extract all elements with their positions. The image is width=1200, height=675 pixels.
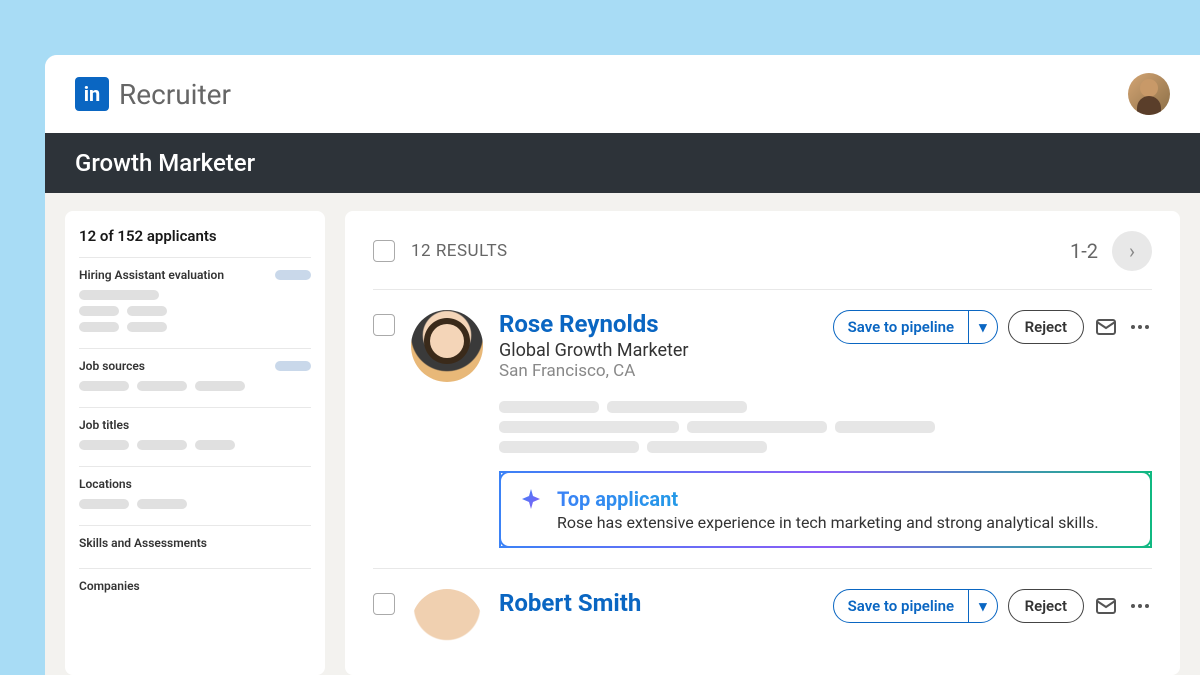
filter-section-job-sources[interactable]: Job sources: [79, 348, 311, 407]
candidate-avatar[interactable]: [411, 310, 483, 382]
filter-label: Job sources: [79, 359, 145, 373]
candidate-card: Robert Smith Save to pipeline ▾ Reject: [373, 569, 1152, 675]
candidate-title: Global Growth Marketer: [499, 340, 689, 361]
candidate-checkbox[interactable]: [373, 593, 395, 615]
filter-label: Skills and Assessments: [79, 536, 207, 550]
applicant-count: 12 of 152 applicants: [79, 227, 311, 257]
linkedin-logo-icon: in: [75, 77, 109, 111]
candidate-card: Rose Reynolds Global Growth Marketer San…: [373, 290, 1152, 569]
job-title-bar: Growth Marketer: [45, 133, 1200, 193]
app-window: in Recruiter Growth Marketer 12 of 152 a…: [45, 55, 1200, 675]
results-panel: 12 RESULTS 1-2 › Rose: [345, 211, 1180, 675]
highlight-title: Top applicant: [557, 487, 1099, 511]
filter-pill-placeholder: [275, 361, 311, 371]
candidate-location: San Francisco, CA: [499, 361, 689, 381]
candidate-avatar[interactable]: [411, 589, 483, 661]
filter-section-skills[interactable]: Skills and Assessments: [79, 525, 311, 568]
filter-label: Companies: [79, 579, 140, 593]
filter-section-job-titles[interactable]: Job titles: [79, 407, 311, 466]
save-to-pipeline-button[interactable]: Save to pipeline ▾: [833, 589, 998, 623]
brand-text: Recruiter: [119, 78, 231, 111]
sparkle-icon: [519, 487, 543, 511]
more-actions-button[interactable]: [1128, 594, 1152, 618]
envelope-icon: [1094, 315, 1118, 339]
message-button[interactable]: [1094, 315, 1118, 339]
candidate-name[interactable]: Rose Reynolds: [499, 310, 689, 338]
ellipsis-icon: [1128, 594, 1152, 618]
reject-button[interactable]: Reject: [1008, 310, 1084, 344]
content-area: 12 of 152 applicants Hiring Assistant ev…: [45, 193, 1200, 675]
save-to-pipeline-button[interactable]: Save to pipeline ▾: [833, 310, 998, 344]
ai-highlight-box: Top applicant Rose has extensive experie…: [499, 471, 1152, 548]
filters-sidebar: 12 of 152 applicants Hiring Assistant ev…: [65, 211, 325, 675]
message-button[interactable]: [1094, 594, 1118, 618]
header-bar: in Recruiter: [45, 55, 1200, 133]
save-dropdown-toggle[interactable]: ▾: [968, 590, 997, 622]
results-count: 12 RESULTS: [411, 241, 508, 261]
caret-down-icon: ▾: [979, 318, 987, 336]
filter-label: Hiring Assistant evaluation: [79, 268, 224, 282]
results-bar: 12 RESULTS 1-2 ›: [373, 231, 1152, 290]
candidate-checkbox[interactable]: [373, 314, 395, 336]
select-all-checkbox[interactable]: [373, 240, 395, 262]
filter-section-companies[interactable]: Companies: [79, 568, 311, 611]
ellipsis-icon: [1128, 315, 1152, 339]
chevron-right-icon: ›: [1129, 239, 1135, 263]
filter-pill-placeholder: [275, 270, 311, 280]
filter-label: Job titles: [79, 418, 129, 432]
envelope-icon: [1094, 594, 1118, 618]
page-range: 1-2: [1070, 239, 1098, 263]
filter-section-locations[interactable]: Locations: [79, 466, 311, 525]
save-dropdown-toggle[interactable]: ▾: [968, 311, 997, 343]
user-avatar[interactable]: [1128, 73, 1170, 115]
filter-label: Locations: [79, 477, 132, 491]
brand: in Recruiter: [75, 77, 231, 111]
filter-section-hiring-assistant[interactable]: Hiring Assistant evaluation: [79, 257, 311, 348]
highlight-text: Rose has extensive experience in tech ma…: [557, 513, 1099, 532]
more-actions-button[interactable]: [1128, 315, 1152, 339]
next-page-button[interactable]: ›: [1112, 231, 1152, 271]
caret-down-icon: ▾: [979, 597, 987, 615]
candidate-name[interactable]: Robert Smith: [499, 589, 641, 617]
reject-button[interactable]: Reject: [1008, 589, 1084, 623]
